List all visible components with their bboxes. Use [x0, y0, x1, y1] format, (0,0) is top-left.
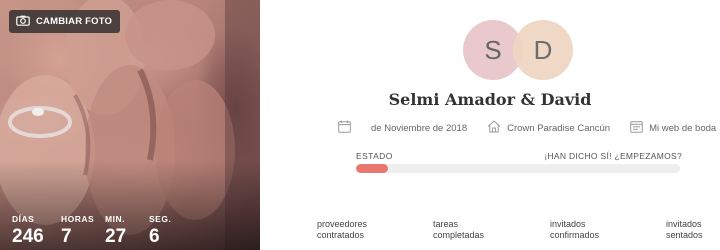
couple-avatars: S D	[463, 20, 573, 80]
stat-seated-line2: sentados	[666, 230, 703, 240]
stat-tasks-line2: completadas	[433, 230, 485, 240]
change-photo-button[interactable]: CAMBIAR FOTO	[9, 10, 121, 33]
calendar-icon	[338, 120, 351, 136]
status-progress-bar	[356, 164, 680, 173]
status-message[interactable]: ¡HAN DICHO SÍ! ¿EMPEZAMOS?	[544, 151, 682, 161]
website-icon	[630, 120, 643, 136]
wedding-stats: proveedores contratados tareas completad…	[260, 219, 720, 243]
countdown-minutes-value: 27	[105, 226, 127, 247]
wedding-info-row: de Noviembre de 2018 Crown Paradise Canc…	[338, 119, 716, 137]
status-progress-fill	[356, 164, 389, 173]
countdown-hours-value: 7	[61, 226, 72, 247]
stat-tasks-completed[interactable]: tareas completadas	[433, 219, 484, 241]
wedding-date-text: de Noviembre de 2018	[371, 122, 468, 134]
stat-vendors-line2: contratados	[317, 230, 365, 240]
cover-photo: CAMBIAR FOTO DÍAS 246 HORAS 7 MIN. 27 SE…	[0, 0, 260, 250]
avatar-partner-2[interactable]: D	[513, 20, 573, 80]
status-label: ESTADO	[356, 151, 393, 161]
stat-vendors-line1: proveedores	[317, 219, 368, 229]
countdown-days-value: 246	[12, 226, 44, 247]
wedding-website-text: Mi web de boda	[649, 122, 717, 134]
wedding-website-link[interactable]: Mi web de boda	[630, 120, 717, 136]
camera-icon	[16, 13, 30, 31]
couple-name: Selmi Amador & David	[388, 90, 592, 109]
stat-guests-confirmed[interactable]: invitados confirmados	[550, 219, 599, 241]
wedding-summary: S D Selmi Amador & David de Noviembre de…	[260, 0, 720, 250]
countdown: DÍAS 246 HORAS 7 MIN. 27 SEG. 6	[12, 214, 189, 247]
stat-vendors-hired[interactable]: proveedores contratados	[317, 219, 367, 241]
venue-home-icon	[487, 120, 501, 136]
wedding-venue-text: Crown Paradise Cancún	[507, 122, 611, 134]
countdown-minutes: MIN. 27	[105, 214, 149, 247]
stat-guests-line1: invitados	[550, 219, 586, 229]
stat-guests-line2: confirmados	[550, 230, 600, 240]
stat-tasks-line1: tareas	[433, 219, 459, 229]
countdown-hours: HORAS 7	[61, 214, 105, 247]
countdown-days: DÍAS 246	[12, 214, 61, 247]
countdown-seconds-value: 6	[149, 226, 160, 247]
change-photo-label: CAMBIAR FOTO	[36, 16, 113, 27]
stat-guests-seated[interactable]: invitados sentados	[666, 219, 703, 241]
countdown-seconds: SEG. 6	[149, 214, 189, 247]
stat-seated-line1: invitados	[666, 219, 702, 229]
wedding-date[interactable]: de Noviembre de 2018	[338, 120, 467, 136]
wedding-venue[interactable]: Crown Paradise Cancún	[487, 120, 610, 136]
